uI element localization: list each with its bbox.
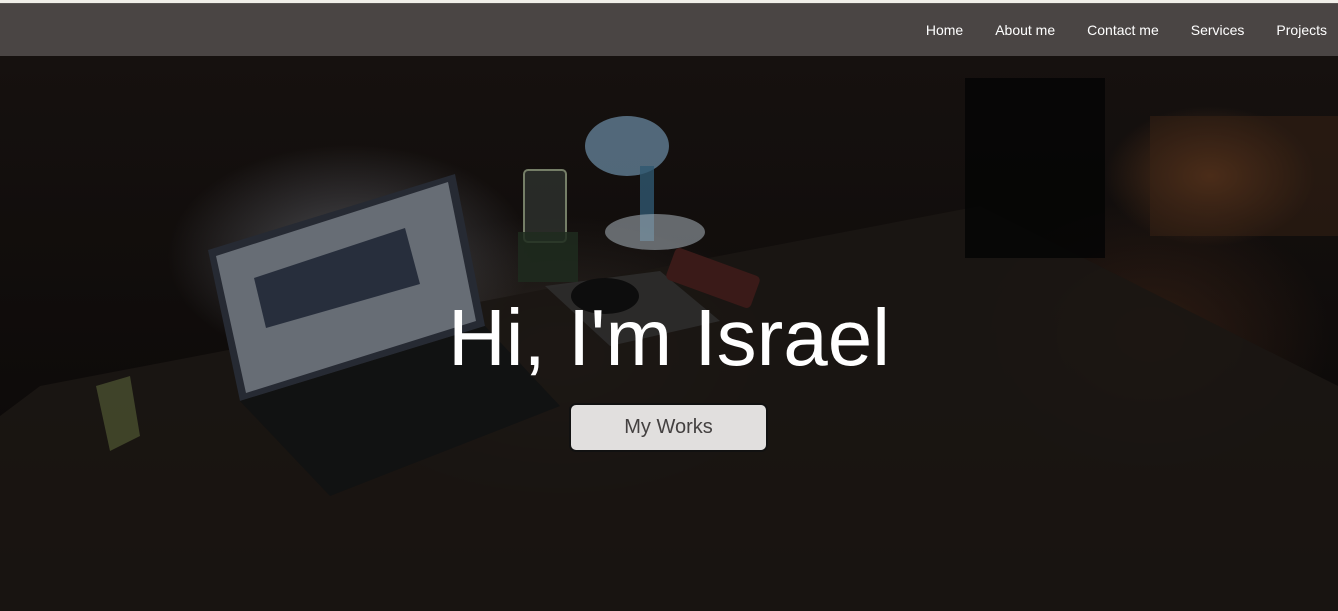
nav-link-about[interactable]: About me bbox=[995, 4, 1055, 56]
nav-link-contact[interactable]: Contact me bbox=[1087, 4, 1159, 56]
hero-section: Hi, I'm Israel My Works bbox=[0, 56, 1338, 611]
my-works-button[interactable]: My Works bbox=[569, 403, 768, 452]
nav-link-services[interactable]: Services bbox=[1191, 4, 1245, 56]
navbar: Home About me Contact me Services Projec… bbox=[0, 4, 1338, 56]
nav-link-projects[interactable]: Projects bbox=[1276, 4, 1327, 56]
nav-link-home[interactable]: Home bbox=[926, 4, 963, 56]
page: Home About me Contact me Services Projec… bbox=[0, 0, 1338, 611]
hero-title: Hi, I'm Israel bbox=[448, 293, 890, 382]
nav-links: Home About me Contact me Services Projec… bbox=[894, 4, 1327, 56]
